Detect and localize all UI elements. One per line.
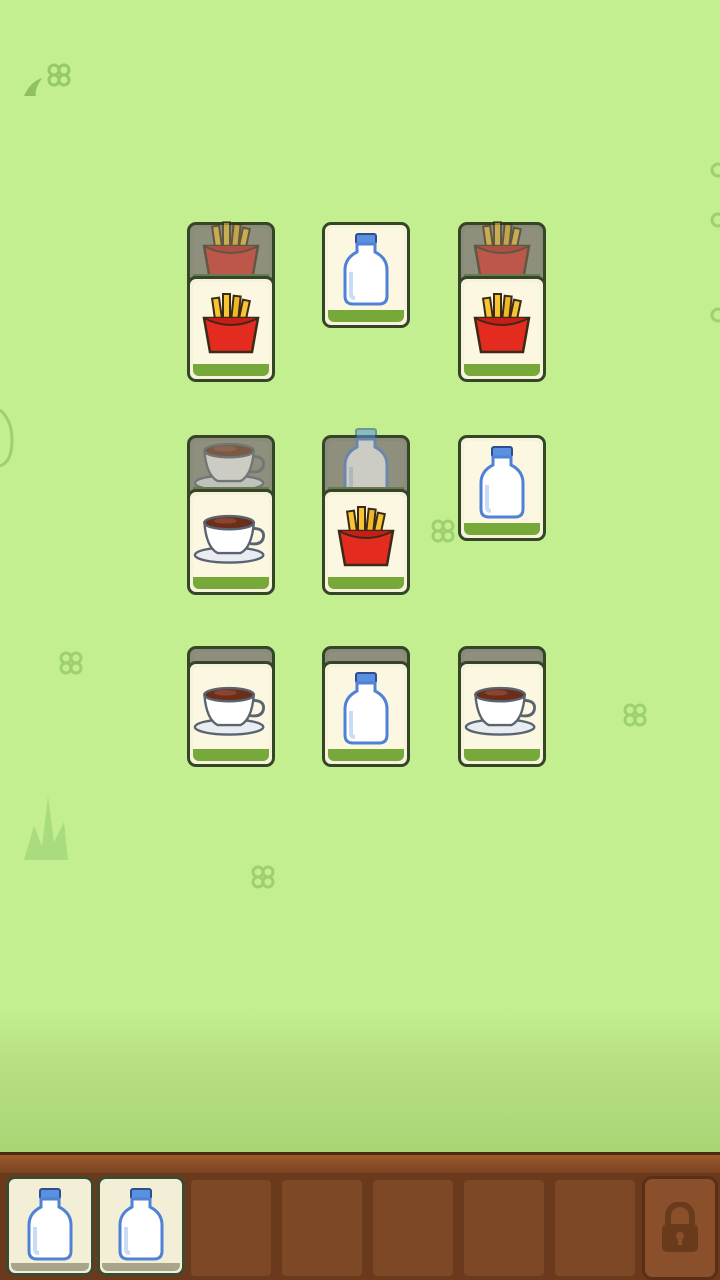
tile-fries[interactable] [322, 489, 410, 595]
tile-milk-bottle[interactable] [322, 222, 410, 328]
tile-coffee-cup[interactable] [187, 661, 275, 767]
clover-decoration-icon [59, 651, 83, 675]
milk-bottle-icon [116, 1187, 166, 1265]
tile-frame [187, 276, 275, 382]
clover-decoration-icon [24, 63, 71, 96]
tray-slot-6 [462, 1178, 546, 1278]
tile-milk-bottle[interactable] [322, 661, 410, 767]
tile-edge [464, 364, 540, 376]
milk-bottle-icon [25, 1187, 75, 1265]
tile-frame [458, 661, 546, 767]
tile-edge [464, 523, 540, 535]
fries-icon [193, 282, 269, 364]
tile-edge [328, 310, 404, 322]
tile-tray [0, 1152, 720, 1280]
tray-slot-4 [280, 1178, 364, 1278]
tile-edge [193, 577, 269, 589]
tile-edge [193, 364, 269, 376]
tile-edge [193, 749, 269, 761]
tray-slot-2[interactable] [97, 1176, 185, 1276]
tile-fries[interactable] [458, 276, 546, 382]
tile-milk-bottle[interactable] [458, 435, 546, 541]
tile-frame [458, 276, 546, 382]
lock-icon [662, 1202, 698, 1252]
tray-rim [0, 1152, 720, 1173]
tile-coffee-cup[interactable] [187, 489, 275, 595]
fries-icon [328, 495, 404, 577]
ground-fade [0, 1010, 720, 1155]
milk-bottle-icon [328, 228, 404, 310]
clover-decoration-icon [431, 519, 455, 543]
milk-bottle-icon [328, 667, 404, 749]
tile-frame [322, 661, 410, 767]
bush-decoration-icon [0, 408, 14, 468]
clover-decoration-icon [710, 162, 720, 323]
tile-frame [322, 222, 410, 328]
fries-icon [193, 221, 269, 282]
tile-edge [464, 749, 540, 761]
tray-slot-7 [553, 1178, 637, 1278]
tile-frame [187, 489, 275, 595]
tray-slot-5 [371, 1178, 455, 1278]
tile-edge [328, 577, 404, 589]
tray-slot-3 [189, 1178, 273, 1278]
tile-fries[interactable] [187, 276, 275, 382]
fries-icon [464, 282, 540, 364]
milk-bottle-icon [464, 441, 540, 523]
coffee-cup-icon [464, 667, 540, 749]
coffee-cup-icon [193, 441, 269, 492]
coffee-cup-icon [193, 495, 269, 577]
clover-decoration-icon [251, 865, 275, 889]
tile-frame [458, 435, 546, 541]
grass-decoration-icon [24, 796, 68, 860]
tray-slot-1[interactable] [6, 1176, 94, 1276]
clover-decoration-icon [623, 703, 647, 727]
locked-slot[interactable] [642, 1176, 718, 1280]
tile-frame [187, 661, 275, 767]
tile-coffee-cup[interactable] [458, 661, 546, 767]
tile-frame [322, 489, 410, 595]
coffee-cup-icon [193, 667, 269, 749]
tile-edge [328, 749, 404, 761]
milk-bottle-icon [328, 428, 404, 501]
fries-icon [464, 221, 540, 282]
